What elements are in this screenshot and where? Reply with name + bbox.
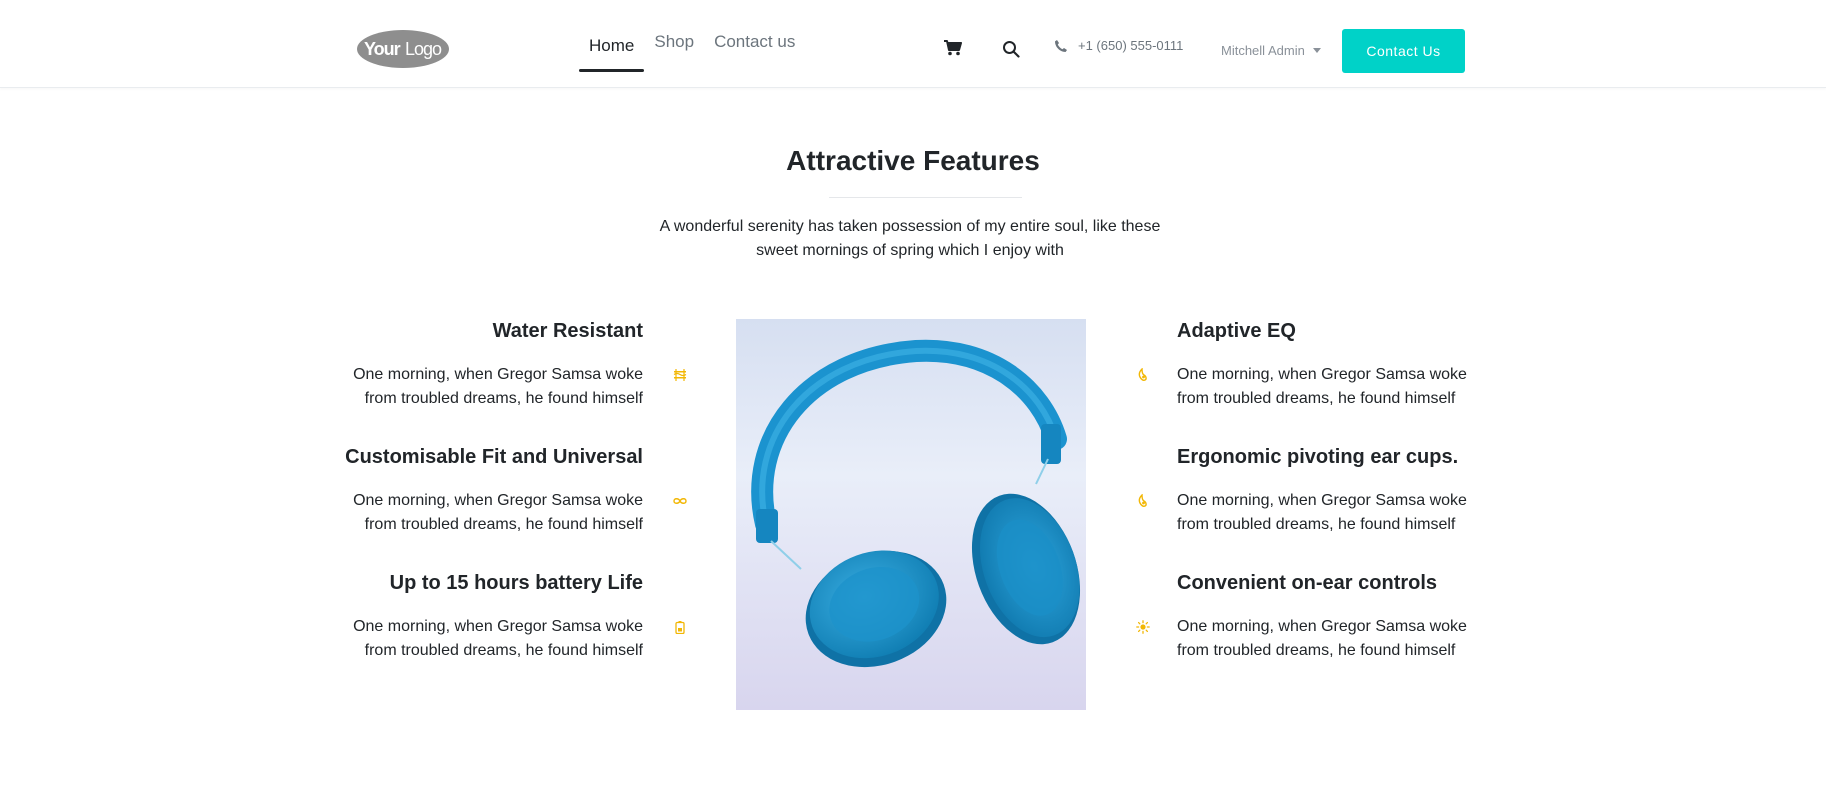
- headphones-image: [736, 319, 1086, 710]
- section-subtitle: A wonderful serenity has taken possessio…: [659, 218, 1161, 259]
- feature-title: Water Resistant: [492, 320, 643, 342]
- search-icon[interactable]: [1002, 40, 1020, 58]
- feature-battery-life: Up to 15 hours battery Life One morning,…: [343, 569, 643, 663]
- contact-us-button[interactable]: Contact Us: [1342, 29, 1465, 73]
- feature-water-resistant: Water Resistant One morning, when Gregor…: [343, 317, 643, 411]
- cart-icon[interactable]: [944, 40, 962, 56]
- phone-number: +1 (650) 555-0111: [1078, 38, 1184, 53]
- feature-text: One morning, when Gregor Samsa woke from…: [1177, 492, 1467, 533]
- feature-title: Ergonomic pivoting ear cups.: [1177, 446, 1459, 468]
- section-title: Attractive Features: [786, 145, 1040, 176]
- feature-text: One morning, when Gregor Samsa woke from…: [1177, 366, 1467, 407]
- feature-customisable-fit: Customisable Fit and Universal One morni…: [343, 443, 643, 537]
- phone-icon: [1054, 39, 1068, 53]
- svg-text:Logo: Logo: [405, 39, 442, 59]
- phone-contact[interactable]: +1 (650) 555-0111: [1054, 38, 1183, 53]
- site-logo[interactable]: Your Logo: [355, 28, 451, 70]
- site-header: Your Logo Home Shop Contact us +1 (650) …: [0, 0, 1826, 88]
- feature-text: One morning, when Gregor Samsa woke from…: [1177, 618, 1467, 659]
- nav-home[interactable]: Home: [579, 0, 645, 88]
- title-divider: [829, 197, 1022, 198]
- nav-contact-us[interactable]: Contact us: [704, 0, 805, 86]
- feature-text: One morning, when Gregor Samsa woke from…: [353, 492, 643, 533]
- feature-text: One morning, when Gregor Samsa woke from…: [353, 618, 643, 659]
- user-name: Mitchell Admin: [1221, 43, 1305, 58]
- feature-ergonomic-ear-cups: Ergonomic pivoting ear cups. One morning…: [1177, 443, 1477, 537]
- feature-title: Convenient on-ear controls: [1177, 572, 1438, 594]
- feature-title: Adaptive EQ: [1177, 320, 1296, 342]
- battery-icon: [673, 620, 687, 635]
- ear-cup-icon: [1136, 493, 1150, 508]
- eq-icon: [1136, 367, 1150, 382]
- feature-title: Up to 15 hours battery Life: [389, 572, 643, 594]
- main-nav: Home Shop Contact us: [579, 0, 805, 88]
- chevron-down-icon: [1312, 48, 1321, 53]
- water-icon: [673, 368, 687, 382]
- feature-on-ear-controls: Convenient on-ear controls One morning, …: [1177, 569, 1477, 663]
- svg-text:Your: Your: [364, 39, 401, 59]
- feature-title: Customisable Fit and Universal: [345, 446, 643, 468]
- nav-shop[interactable]: Shop: [644, 0, 704, 86]
- controls-icon: [1136, 620, 1150, 634]
- infinity-icon: [673, 494, 687, 508]
- user-menu[interactable]: Mitchell Admin: [1221, 43, 1321, 58]
- feature-adaptive-eq: Adaptive EQ One morning, when Gregor Sam…: [1177, 317, 1477, 411]
- feature-text: One morning, when Gregor Samsa woke from…: [353, 366, 643, 407]
